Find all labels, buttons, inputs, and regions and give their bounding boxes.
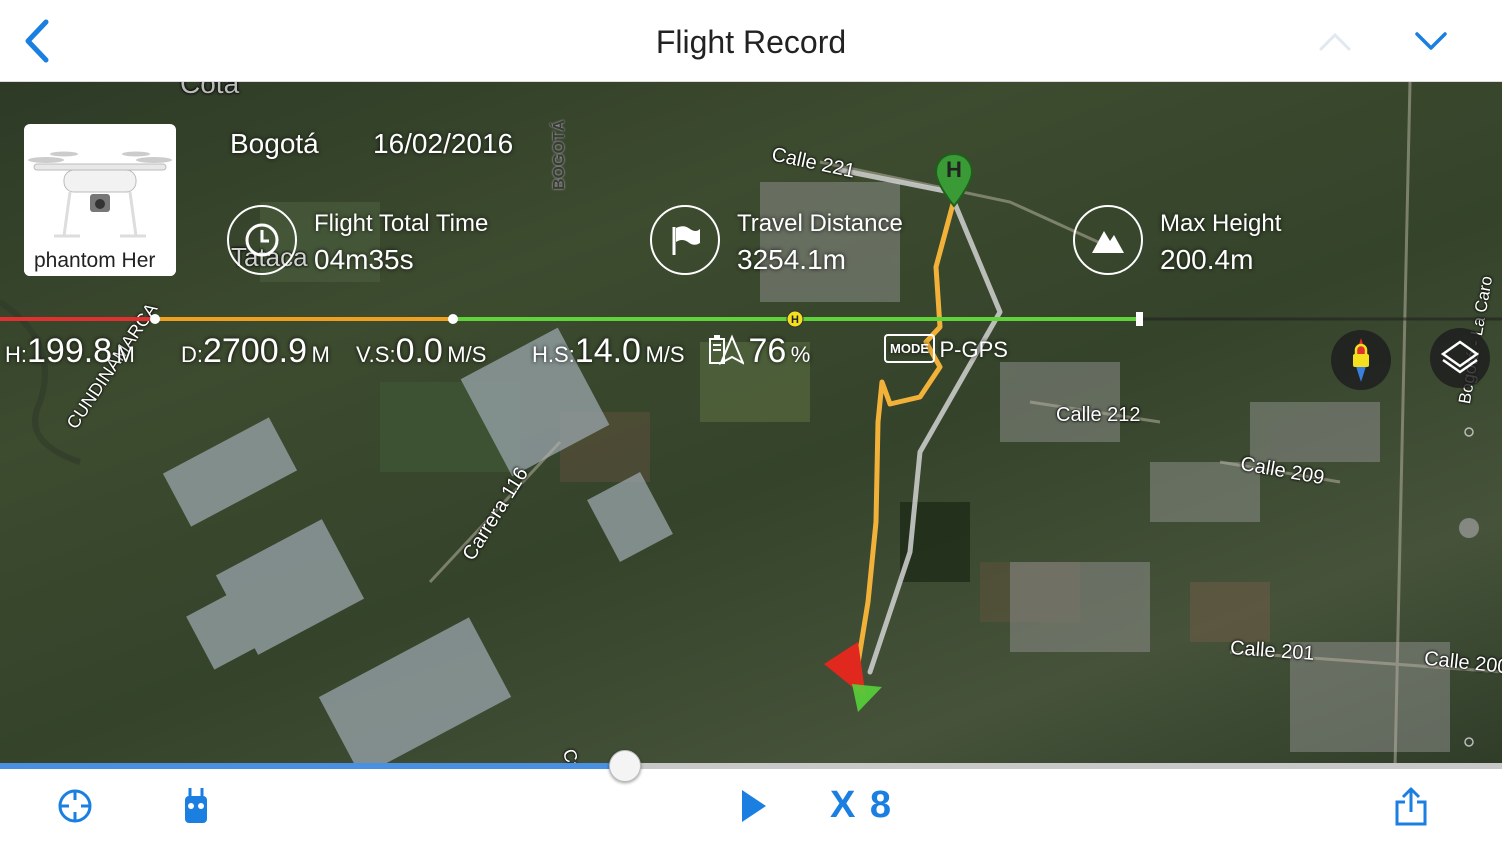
map-label-cota: Cota [180, 82, 240, 99]
travel-distance-icon-circle [650, 205, 720, 275]
travel-distance-value: 3254.1m [737, 244, 846, 275]
mode-badge: MODE [884, 334, 935, 363]
crosshair-icon [58, 789, 92, 823]
play-button[interactable] [728, 783, 778, 829]
share-button[interactable] [1386, 783, 1436, 829]
previous-record-button[interactable] [1310, 18, 1360, 64]
distance-value: 2700.9 [203, 332, 307, 370]
horizontal-speed-unit: M/S [645, 342, 685, 367]
flight-total-time-label: Flight Total Time [314, 210, 489, 237]
altitude-timeline: H [0, 310, 1502, 328]
max-height-icon-circle [1073, 205, 1143, 275]
max-height-value: 200.4m [1160, 244, 1254, 275]
compass-lock-button[interactable] [1331, 330, 1391, 390]
chevron-down-icon [1415, 32, 1447, 50]
flight-location: Bogotá [230, 128, 319, 159]
mountain-icon [1092, 231, 1124, 253]
remote-controller-icon [185, 788, 207, 823]
mode-value: P-GPS [939, 337, 1008, 362]
playback-speed-button[interactable]: X 8 [830, 784, 893, 827]
battery-icon [709, 334, 746, 366]
vertical-speed-label: V.S: [356, 342, 396, 367]
remote-controller-button[interactable] [171, 783, 221, 829]
telemetry-distance: D:2700.9 M [181, 332, 330, 371]
height-value: 199.8 [27, 332, 113, 370]
chevron-up-icon [1319, 32, 1351, 51]
map-label-calle-212: Calle 212 [1056, 404, 1141, 426]
playback-progress-fill [0, 763, 625, 769]
flight-record-screen: Flight Record Cota BOGOTÁ Tataca Calle 2… [0, 0, 1502, 845]
vertical-speed-unit: M/S [447, 342, 487, 367]
compass-lock-icon [1353, 338, 1369, 382]
horizontal-speed-value: 14.0 [574, 332, 641, 370]
aircraft-card[interactable]: phantom Her [24, 124, 176, 276]
telemetry-vertical-speed: V.S:0.0 M/S [356, 332, 486, 371]
playback-scrubber-thumb[interactable] [609, 750, 641, 782]
flight-date: 16/02/2016 [373, 128, 514, 159]
height-unit: M [116, 342, 135, 367]
satellite-map[interactable]: Cota BOGOTÁ Tataca Calle 221 CUNDINAMARC… [0, 82, 1502, 768]
battery-unit: % [790, 342, 811, 367]
layers-icon [1440, 340, 1480, 374]
home-point-marker: H [934, 152, 974, 208]
max-height-label: Max Height [1160, 210, 1282, 237]
play-icon [742, 790, 766, 822]
zoom-slider[interactable] [1458, 422, 1480, 752]
page-title: Flight Record [655, 24, 847, 60]
distance-unit: M [311, 342, 330, 367]
flight-total-time-value: 04m35s [314, 244, 414, 275]
share-icon [1395, 787, 1427, 826]
drone-image [28, 151, 172, 238]
map-background [0, 82, 1502, 768]
distance-label: D: [181, 342, 203, 367]
header-bar: Flight Record [0, 0, 1502, 82]
aircraft-name: phantom Her [24, 246, 176, 276]
clock-icon [245, 223, 279, 257]
playback-scrubber[interactable] [0, 750, 1502, 782]
travel-distance-label: Travel Distance [737, 210, 903, 237]
locate-aircraft-button[interactable] [50, 783, 100, 829]
telemetry-battery: 76 % [708, 332, 810, 371]
svg-text:H: H [791, 314, 799, 326]
vertical-speed-value: 0.0 [395, 332, 443, 370]
horizontal-speed-label: H.S: [532, 342, 575, 367]
height-label: H: [5, 342, 27, 367]
telemetry-height: H:199.8 M [5, 332, 135, 371]
home-marker-label: H [946, 157, 962, 182]
battery-value: 76 [748, 332, 787, 370]
telemetry-mode: MODE P-GPS [884, 334, 1008, 363]
next-record-button[interactable] [1406, 18, 1456, 64]
flag-icon [672, 226, 700, 255]
map-layers-button[interactable] [1430, 328, 1490, 388]
flight-time-icon-circle [227, 205, 297, 275]
map-label-bogota-vertical: BOGOTÁ [551, 119, 568, 190]
telemetry-horizontal-speed: H.S:14.0 M/S [532, 332, 685, 371]
